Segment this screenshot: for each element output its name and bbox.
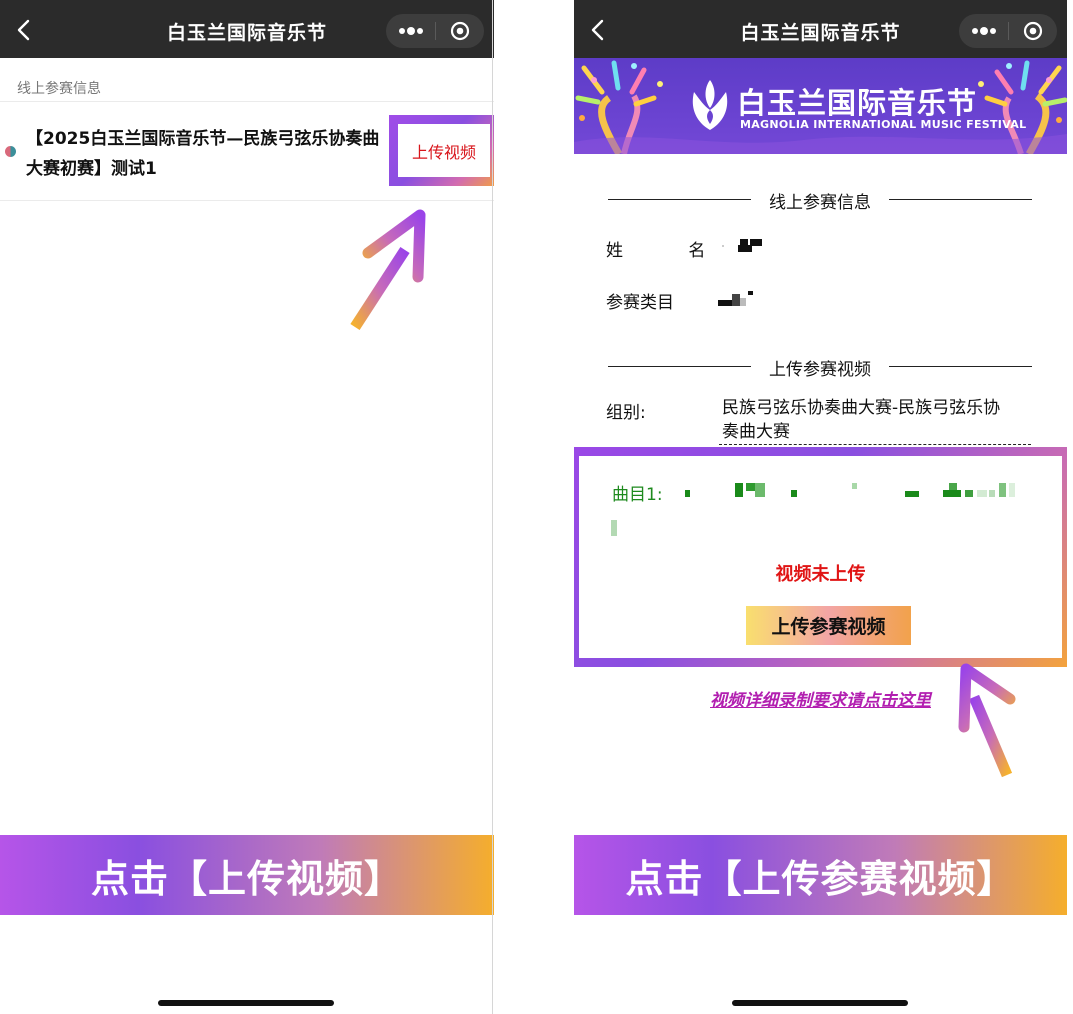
mini-program-capsule: [959, 14, 1057, 48]
upload-entry-video-button[interactable]: 上传参赛视频: [746, 606, 911, 645]
more-icon[interactable]: [959, 14, 1008, 48]
upload-section-highlight: 曲目1: 视频未上传 上传参赛视频: [574, 447, 1067, 667]
mini-program-capsule: [386, 14, 484, 48]
section-title: 上传参赛视频: [769, 360, 871, 380]
entry-dot-icon: [5, 146, 16, 157]
right-phone-screen: 白玉兰国际音乐节 白玉兰国际音乐节 MAGNOLIA INTERNATIONAL…: [574, 0, 1067, 1014]
right-navbar: 白玉兰国际音乐节: [574, 0, 1067, 58]
banner-title-en: MAGNOLIA INTERNATIONAL MUSIC FESTIVAL: [740, 118, 1027, 131]
group-value: 民族弓弦乐协奏曲大赛-民族弓弦乐协奏曲大赛: [722, 398, 1001, 442]
home-indicator: [158, 1000, 334, 1006]
banner-title-cn: 白玉兰国际音乐节: [737, 86, 978, 120]
pointer-arrow-icon: [350, 209, 426, 330]
upload-link-highlight: 上传视频: [389, 115, 494, 186]
close-mini-program-icon[interactable]: [1009, 14, 1057, 48]
entry-title[interactable]: 【2025白玉兰国际音乐节—民族弓弦乐协奏曲大赛初赛】测试1: [26, 124, 391, 184]
video-status: 视频未上传: [775, 564, 866, 585]
home-indicator: [732, 1000, 908, 1006]
track-label: 曲目1:: [612, 485, 663, 505]
section-line: [889, 366, 1032, 367]
left-navbar: 白玉兰国际音乐节: [0, 0, 494, 58]
magnolia-logo-icon: [692, 80, 728, 130]
section-label: 线上参赛信息: [17, 81, 101, 97]
instruction-banner: 点击【上传视频】: [0, 835, 494, 915]
screen-divider: [492, 0, 493, 1014]
section-header-info: 线上参赛信息: [608, 188, 1032, 213]
group-label: 组别:: [606, 403, 646, 423]
more-icon[interactable]: [386, 14, 435, 48]
upload-section: 曲目1: 视频未上传 上传参赛视频: [579, 456, 1062, 658]
section-header-upload: 上传参赛视频: [608, 355, 1032, 380]
category-label: 参赛类目: [606, 293, 674, 313]
list-divider: [0, 101, 494, 102]
section-title: 线上参赛信息: [769, 193, 871, 213]
pointer-arrow-icon: [958, 663, 1016, 778]
instruction-banner: 点击【上传参赛视频】: [574, 835, 1067, 915]
upload-video-link[interactable]: 上传视频: [398, 124, 490, 177]
section-line: [889, 199, 1032, 200]
close-mini-program-icon[interactable]: [436, 14, 484, 48]
list-divider: [0, 200, 494, 201]
festival-banner: 白玉兰国际音乐节 MAGNOLIA INTERNATIONAL MUSIC FE…: [574, 58, 1067, 154]
left-phone-screen: 白玉兰国际音乐节 线上参赛信息 【2025白玉兰国际音乐节—民族弓弦乐协奏曲大赛…: [0, 0, 494, 1014]
name-label: 姓 名: [606, 241, 736, 261]
group-underline: [719, 444, 1031, 445]
